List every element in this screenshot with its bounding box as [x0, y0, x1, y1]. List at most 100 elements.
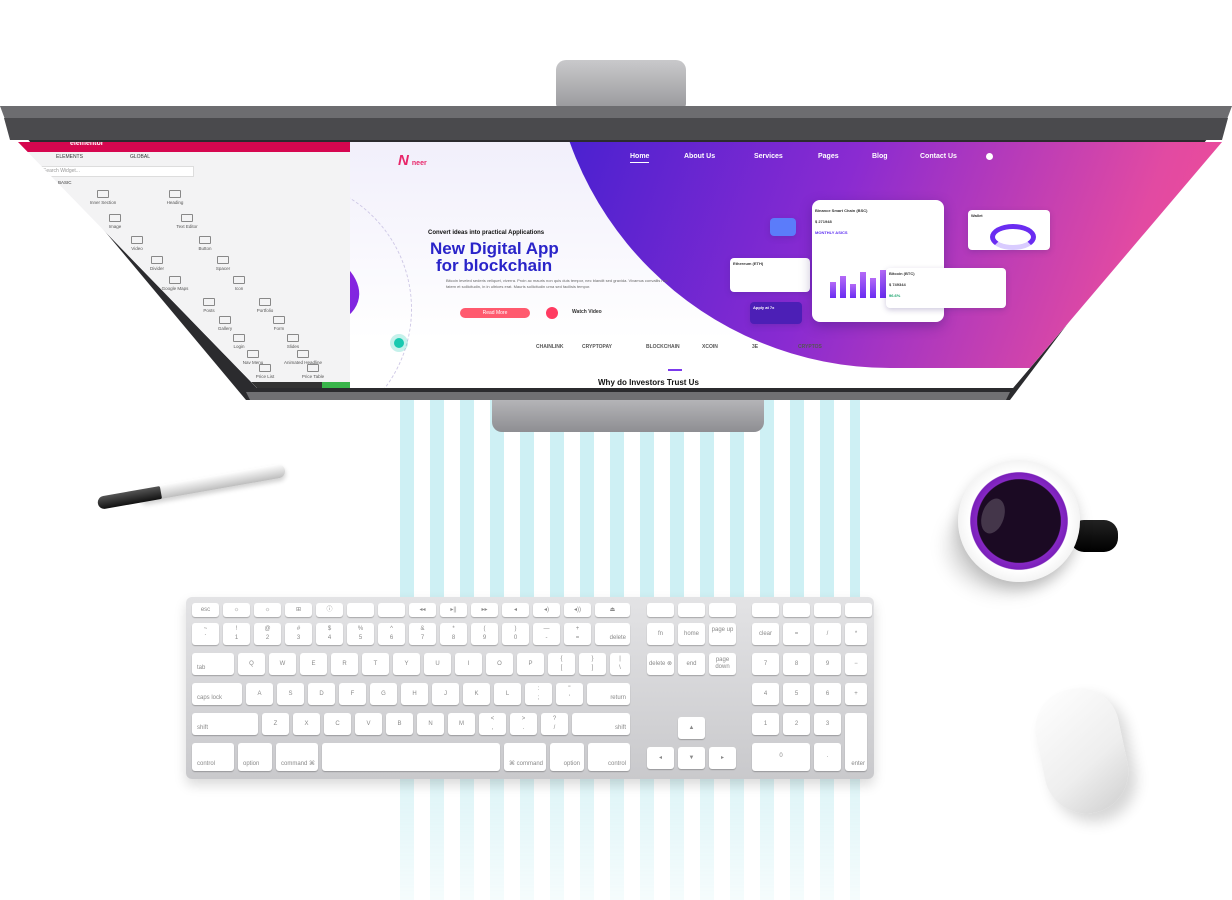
- key-shift-right[interactable]: shift: [572, 713, 630, 735]
- key-page-down[interactable]: page down: [709, 653, 736, 675]
- user-icon[interactable]: [986, 153, 993, 160]
- key-f13[interactable]: [647, 603, 674, 617]
- key-f3[interactable]: ⊞: [285, 603, 312, 617]
- key-num-5[interactable]: 5: [783, 683, 810, 705]
- widget-tile[interactable]: Animated Headline: [278, 350, 328, 365]
- key-c[interactable]: C: [324, 713, 351, 735]
- key-f12[interactable]: ◂)): [564, 603, 591, 617]
- key-eject[interactable]: ⏏: [595, 603, 630, 617]
- key-caps-lock[interactable]: caps lock: [192, 683, 242, 705]
- key-esc[interactable]: esc: [192, 603, 219, 617]
- key-f8[interactable]: ▸||: [440, 603, 467, 617]
- nav-blog[interactable]: Blog: [872, 153, 888, 160]
- key-f18[interactable]: [814, 603, 841, 617]
- key-num-enter[interactable]: enter: [845, 713, 867, 771]
- key-k[interactable]: K: [463, 683, 490, 705]
- key-w[interactable]: W: [269, 653, 296, 675]
- key-option-left[interactable]: option: [238, 743, 272, 771]
- nav-pages[interactable]: Pages: [818, 153, 839, 160]
- site-logo[interactable]: N neer: [398, 152, 427, 169]
- key-l[interactable]: L: [494, 683, 521, 705]
- key-arrow-right[interactable]: ▸: [709, 747, 736, 769]
- key-num-decimal[interactable]: .: [814, 743, 841, 771]
- key-num-minus[interactable]: −: [845, 653, 867, 675]
- widget-tile[interactable]: Inner Section: [78, 190, 128, 205]
- key-8[interactable]: * 8: [440, 623, 467, 645]
- key-bracket-right[interactable]: }]: [579, 653, 606, 675]
- key-j[interactable]: J: [432, 683, 459, 705]
- widget-tile[interactable]: Posts: [184, 298, 234, 313]
- key-1[interactable]: ! 1: [223, 623, 250, 645]
- key-r[interactable]: R: [331, 653, 358, 675]
- key-period[interactable]: >.: [510, 713, 537, 735]
- key-f16[interactable]: [752, 603, 779, 617]
- key-u[interactable]: U: [424, 653, 451, 675]
- key-equals[interactable]: + =: [564, 623, 591, 645]
- key-6[interactable]: ^ 6: [378, 623, 405, 645]
- key-0[interactable]: ) 0: [502, 623, 529, 645]
- widget-tile[interactable]: Icon: [214, 276, 264, 291]
- play-icon[interactable]: [546, 307, 558, 319]
- key-d[interactable]: D: [308, 683, 335, 705]
- key-f11[interactable]: ◂): [533, 603, 560, 617]
- key-f6[interactable]: [378, 603, 405, 617]
- widget-tile[interactable]: Text Editor: [162, 214, 212, 229]
- key-f4[interactable]: ⓘ: [316, 603, 343, 617]
- key-t[interactable]: T: [362, 653, 389, 675]
- key-comma[interactable]: <,: [479, 713, 506, 735]
- key-num-8[interactable]: 8: [783, 653, 810, 675]
- key-num-divide[interactable]: /: [814, 623, 841, 645]
- key-delete[interactable]: delete: [595, 623, 630, 645]
- widget-tile[interactable]: Nav Menu: [228, 350, 278, 365]
- key-end[interactable]: end: [678, 653, 705, 675]
- key-o[interactable]: O: [486, 653, 513, 675]
- widget-tile[interactable]: Portfolio: [240, 298, 290, 313]
- key-p[interactable]: P: [517, 653, 544, 675]
- key-e[interactable]: E: [300, 653, 327, 675]
- key-control-right[interactable]: control: [588, 743, 630, 771]
- computer-mouse[interactable]: [1027, 680, 1137, 822]
- key-f17[interactable]: [783, 603, 810, 617]
- key-y[interactable]: Y: [393, 653, 420, 675]
- key-tilde[interactable]: ~ `: [192, 623, 219, 645]
- nav-home[interactable]: Home: [630, 153, 650, 163]
- key-g[interactable]: G: [370, 683, 397, 705]
- key-9[interactable]: (9: [471, 623, 498, 645]
- widget-tile[interactable]: Spacer: [198, 256, 248, 271]
- key-s[interactable]: S: [277, 683, 304, 705]
- key-num-plus[interactable]: +: [845, 683, 867, 705]
- key-f9[interactable]: ▸▸: [471, 603, 498, 617]
- key-num-3[interactable]: 3: [814, 713, 841, 735]
- key-v[interactable]: V: [355, 713, 382, 735]
- key-clear[interactable]: clear: [752, 623, 779, 645]
- key-q[interactable]: Q: [238, 653, 265, 675]
- key-semicolon[interactable]: :;: [525, 683, 552, 705]
- key-num-equals[interactable]: =: [783, 623, 810, 645]
- key-slash[interactable]: ? /: [541, 713, 568, 735]
- key-forward-delete[interactable]: delete ⊗: [647, 653, 674, 675]
- key-num-7[interactable]: 7: [752, 653, 779, 675]
- key-arrow-left[interactable]: ◂: [647, 747, 674, 769]
- tab-global[interactable]: GLOBAL: [130, 154, 150, 160]
- widget-tile[interactable]: Price Table: [288, 364, 338, 379]
- key-z[interactable]: Z: [262, 713, 289, 735]
- key-f[interactable]: F: [339, 683, 366, 705]
- key-quote[interactable]: " ': [556, 683, 583, 705]
- nav-contact[interactable]: Contact Us: [920, 153, 957, 160]
- widget-tile[interactable]: Heading: [150, 190, 200, 205]
- key-3[interactable]: #3: [285, 623, 312, 645]
- key-f19[interactable]: [845, 603, 872, 617]
- key-bracket-left[interactable]: {[: [548, 653, 575, 675]
- key-num-2[interactable]: 2: [783, 713, 810, 735]
- key-space[interactable]: [322, 743, 500, 771]
- key-option-right[interactable]: option: [550, 743, 584, 771]
- key-arrow-down[interactable]: ▼: [678, 747, 705, 769]
- widget-tile[interactable]: Login: [214, 334, 264, 349]
- key-h[interactable]: H: [401, 683, 428, 705]
- key-2[interactable]: @2: [254, 623, 281, 645]
- widget-tile[interactable]: Gallery: [200, 316, 250, 331]
- key-n[interactable]: N: [417, 713, 444, 735]
- key-tab[interactable]: tab: [192, 653, 234, 675]
- key-f7[interactable]: ◂◂: [409, 603, 436, 617]
- key-a[interactable]: A: [246, 683, 273, 705]
